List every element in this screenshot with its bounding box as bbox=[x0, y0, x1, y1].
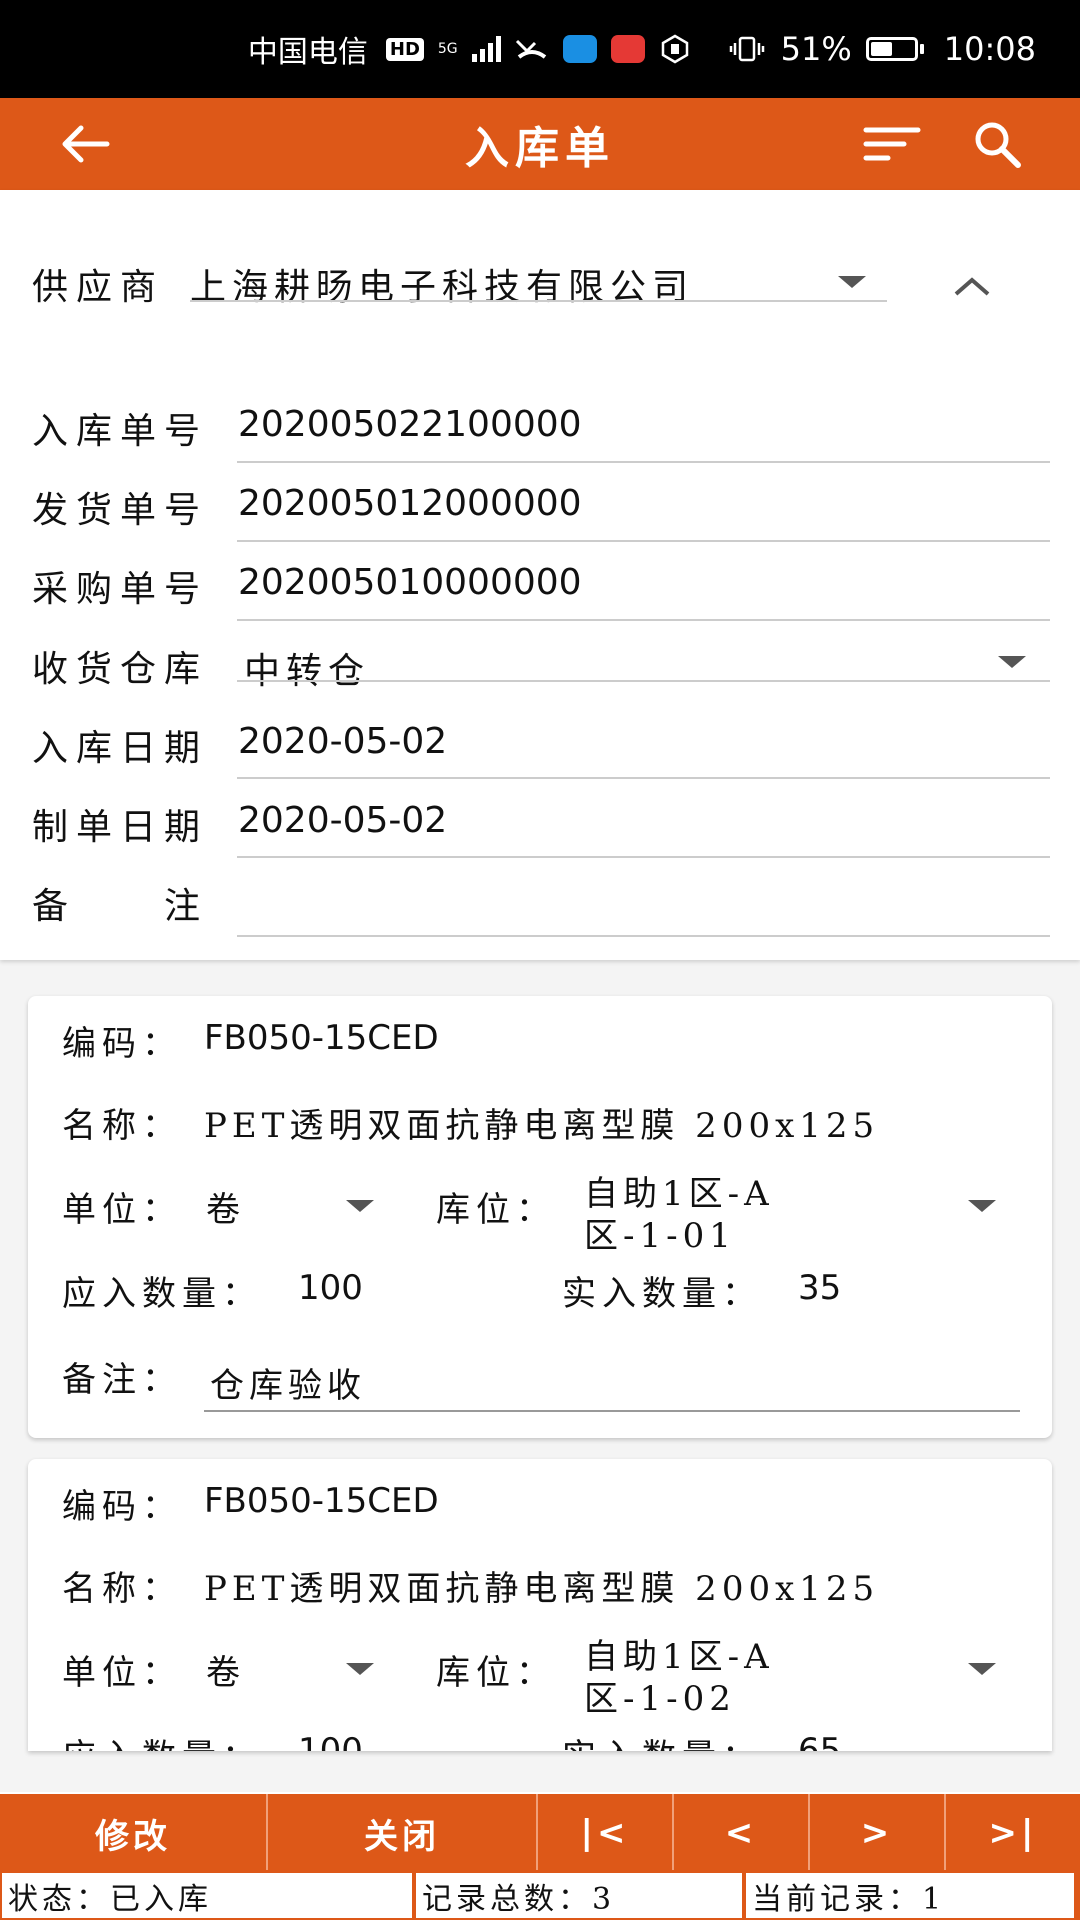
name-label: 名称： bbox=[62, 1106, 182, 1146]
warehouse-underline bbox=[237, 680, 1050, 682]
purchase-no-label: 采购单号 bbox=[32, 569, 209, 610]
next-record-button[interactable]: > bbox=[810, 1794, 946, 1872]
name-value: PET透明双面抗静电离型膜 200x125 bbox=[204, 1106, 880, 1146]
supplier-select[interactable]: 上海耕旸电子科技有限公司 bbox=[190, 258, 694, 310]
hand-icon bbox=[661, 34, 688, 64]
reader-app-icon bbox=[610, 35, 645, 63]
close-button[interactable]: 关闭 bbox=[268, 1794, 538, 1872]
purchase-no-underline bbox=[237, 619, 1050, 621]
item-remark-label: 备注： bbox=[62, 1360, 182, 1400]
created-date-label: 制单日期 bbox=[32, 807, 209, 848]
actual-qty-label: 实入数量： bbox=[562, 1729, 762, 1751]
receipt-no-field[interactable]: 202005022100000 bbox=[238, 404, 582, 445]
remark-underline bbox=[237, 935, 1050, 937]
app-bar: 入库单 bbox=[0, 98, 1080, 190]
missed-call-icon bbox=[515, 39, 546, 59]
code-label: 编码： bbox=[62, 1024, 182, 1064]
receipt-date-label: 入库日期 bbox=[32, 728, 209, 769]
code-label: 编码： bbox=[62, 1487, 182, 1527]
delivery-no-label: 发货单号 bbox=[32, 490, 209, 531]
delivery-no-underline bbox=[237, 540, 1050, 542]
warehouse-dropdown-icon[interactable] bbox=[998, 656, 1026, 668]
expected-qty-value: 100 bbox=[298, 1731, 363, 1751]
warehouse-label: 收货仓库 bbox=[32, 649, 209, 690]
unit-dropdown-icon[interactable] bbox=[346, 1200, 374, 1212]
created-date-underline bbox=[237, 856, 1050, 858]
expected-qty-label: 应入数量： bbox=[62, 1274, 262, 1314]
location-label: 库位： bbox=[436, 1653, 556, 1693]
search-icon bbox=[975, 122, 1021, 168]
actual-qty-value[interactable]: 65 bbox=[798, 1731, 841, 1751]
sort-icon bbox=[863, 127, 921, 161]
unit-dropdown-icon[interactable] bbox=[346, 1663, 374, 1675]
hd-badge: HD bbox=[385, 37, 424, 61]
purchase-no-field[interactable]: 202005010000000 bbox=[238, 562, 582, 603]
item-card[interactable]: 编码： FB050-15CED 名称： PET透明双面抗静电离型膜 200x12… bbox=[28, 1459, 1052, 1751]
signal-icon bbox=[471, 36, 501, 62]
status-bar: 中国电信 HD 5G 51% 10:08 bbox=[0, 0, 1080, 98]
location-dropdown-icon[interactable] bbox=[968, 1663, 996, 1675]
receipt-no-label: 入库单号 bbox=[32, 411, 209, 452]
search-button[interactable] bbox=[956, 98, 1040, 190]
last-record-button[interactable]: >| bbox=[946, 1794, 1080, 1872]
location-dropdown-icon[interactable] bbox=[968, 1200, 996, 1212]
supplier-label: 供应商 bbox=[32, 267, 165, 308]
record-total: 记录总数：3 bbox=[416, 1873, 742, 1918]
arrow-left-icon bbox=[62, 125, 110, 163]
unit-label: 单位： bbox=[62, 1190, 182, 1230]
actual-qty-value[interactable]: 35 bbox=[798, 1268, 841, 1308]
sort-button[interactable] bbox=[850, 98, 934, 190]
unit-label: 单位： bbox=[62, 1653, 182, 1693]
clock: 10:08 bbox=[943, 30, 1036, 68]
name-value: PET透明双面抗静电离型膜 200x125 bbox=[204, 1569, 880, 1609]
warehouse-select[interactable]: 中转仓 bbox=[244, 642, 370, 694]
location-label: 库位： bbox=[436, 1190, 556, 1230]
item-remark-underline bbox=[204, 1410, 1020, 1412]
item-remark-field[interactable]: 仓库验收 bbox=[210, 1358, 366, 1407]
supplier-dropdown-icon[interactable] bbox=[838, 276, 866, 288]
record-current: 当前记录：1 bbox=[746, 1873, 1074, 1918]
delivery-no-field[interactable]: 202005012000000 bbox=[238, 483, 582, 524]
receipt-date-underline bbox=[237, 777, 1050, 779]
location-line2[interactable]: 区-1-02 bbox=[584, 1671, 736, 1720]
carrier-name: 中国电信 bbox=[247, 35, 368, 70]
first-record-button[interactable]: |< bbox=[538, 1794, 674, 1872]
record-status: 状态：已入库 bbox=[2, 1873, 412, 1918]
battery-percent: 51% bbox=[780, 30, 852, 68]
expected-qty-label: 应入数量： bbox=[62, 1729, 262, 1751]
receipt-date-field[interactable]: 2020-05-02 bbox=[238, 721, 447, 762]
prev-record-button[interactable]: < bbox=[674, 1794, 810, 1872]
item-card[interactable]: 编码： FB050-15CED 名称： PET透明双面抗静电离型膜 200x12… bbox=[28, 996, 1052, 1438]
page-title: 入库单 bbox=[465, 123, 615, 174]
remark-label: 备 注 bbox=[32, 886, 209, 927]
browser-app-icon bbox=[562, 35, 597, 63]
created-date-field[interactable]: 2020-05-02 bbox=[238, 800, 447, 841]
supplier-underline bbox=[190, 300, 887, 302]
record-toolbar: 修改 关闭 |< < > >| bbox=[0, 1792, 1080, 1872]
receipt-header-form: 供应商 上海耕旸电子科技有限公司 入库单号 202005022100000 发货… bbox=[0, 190, 1080, 960]
expected-qty-value: 100 bbox=[298, 1268, 363, 1308]
location-line2[interactable]: 区-1-01 bbox=[584, 1208, 736, 1257]
network-type: 5G bbox=[437, 41, 458, 57]
vibrate-icon bbox=[729, 36, 764, 62]
name-label: 名称： bbox=[62, 1569, 182, 1609]
back-button[interactable] bbox=[40, 98, 130, 190]
code-value: FB050-15CED bbox=[204, 1018, 439, 1058]
receipt-no-underline bbox=[237, 461, 1050, 463]
battery-icon bbox=[865, 37, 924, 61]
unit-select[interactable]: 卷 bbox=[206, 1182, 245, 1231]
collapse-chevron-up-icon[interactable] bbox=[952, 274, 992, 298]
unit-select[interactable]: 卷 bbox=[206, 1645, 245, 1694]
code-value: FB050-15CED bbox=[204, 1481, 439, 1521]
actual-qty-label: 实入数量： bbox=[562, 1274, 762, 1314]
record-status-bar: 状态：已入库 记录总数：3 当前记录：1 bbox=[0, 1870, 1080, 1920]
edit-button[interactable]: 修改 bbox=[0, 1794, 268, 1872]
